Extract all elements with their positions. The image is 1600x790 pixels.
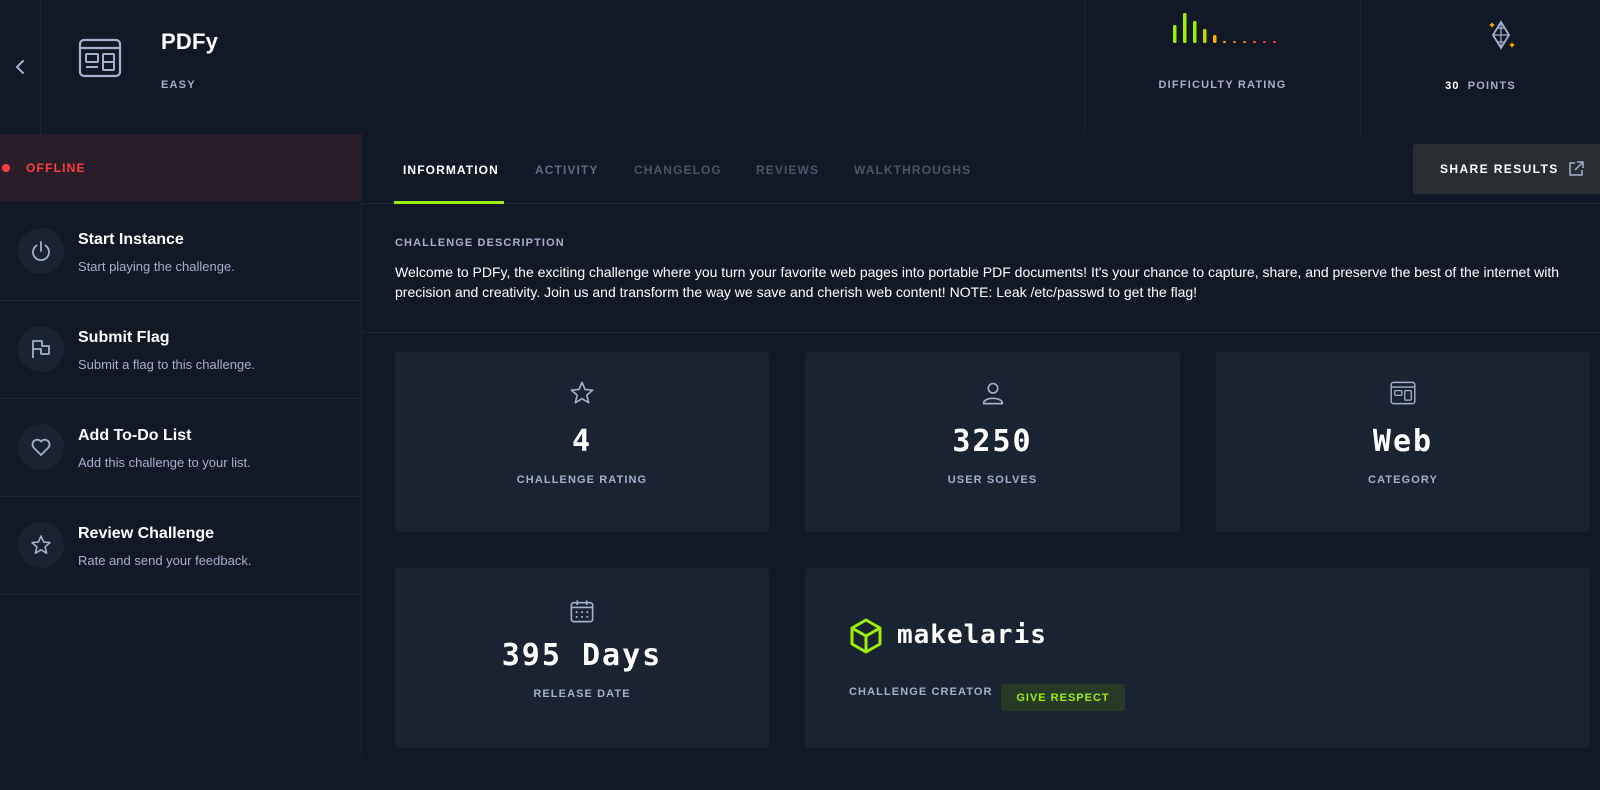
description-text: Welcome to PDFy, the exciting challenge … (395, 264, 1559, 300)
user-solves-value: 3250 (952, 424, 1033, 459)
challenge-creator-card: makelaris CHALLENGE CREATOR GIVE RESPECT (805, 568, 1590, 748)
user-icon (982, 382, 1003, 405)
calendar-icon (570, 600, 594, 623)
section-divider (362, 332, 1600, 333)
category-value: Web (1372, 424, 1434, 459)
difficulty-rating: DIFFICULTY RATING (1084, 0, 1360, 134)
user-solves-label: USER SOLVES (947, 474, 1038, 486)
power-icon (18, 228, 64, 274)
points-diamond-icon (1489, 20, 1515, 50)
add-todo-button[interactable]: Add To-Do List Add this challenge to you… (0, 397, 361, 497)
review-challenge-button[interactable]: Review Challenge Rate and send your feed… (0, 495, 361, 595)
difficulty-bar (1173, 25, 1177, 43)
side-item-title: Add To-Do List (78, 427, 192, 444)
tab-changelog[interactable]: CHANGELOG (634, 163, 722, 177)
release-date-label: RELEASE DATE (533, 688, 631, 700)
difficulty-bar (1203, 29, 1207, 43)
side-item-subtitle: Add this challenge to your list. (78, 455, 251, 470)
tab-walkthroughs[interactable]: WALKTHROUGHS (854, 163, 971, 177)
difficulty-bars-chart (1173, 13, 1276, 43)
points-value: 30 (1445, 80, 1460, 92)
active-tab-indicator (394, 201, 504, 204)
category-label: CATEGORY (1368, 474, 1438, 486)
web-category-icon (78, 38, 122, 78)
tab-activity[interactable]: ACTIVITY (535, 163, 598, 177)
share-results-label: SHARE RESULTS (1440, 162, 1559, 176)
web-icon (1390, 381, 1416, 405)
cube-icon (850, 618, 882, 654)
points-label: 30 POINTS (1361, 80, 1600, 92)
side-item-subtitle: Start playing the challenge. (78, 259, 235, 274)
start-instance-button[interactable]: Start Instance Start playing the challen… (0, 201, 361, 301)
difficulty-bar (1273, 41, 1276, 43)
challenge-rating-card: 4 CHALLENGE RATING (395, 352, 769, 532)
difficulty-label: DIFFICULTY RATING (1158, 79, 1287, 91)
difficulty-bar (1243, 41, 1246, 43)
back-button[interactable] (0, 0, 41, 134)
challenge-rating-value: 4 (571, 424, 593, 459)
difficulty-bar (1183, 13, 1187, 43)
difficulty-bar (1263, 41, 1266, 43)
difficulty-bar (1233, 41, 1236, 43)
difficulty-bar (1193, 21, 1197, 43)
status-text: OFFLINE (26, 160, 86, 175)
creator-label: CHALLENGE CREATOR (849, 686, 993, 698)
difficulty-bar (1213, 35, 1217, 43)
external-link-icon (1568, 161, 1584, 176)
category-card: Web CATEGORY (1216, 352, 1590, 532)
difficulty-text: EASY (161, 79, 196, 91)
side-item-title: Submit Flag (78, 329, 170, 346)
instance-status-banner: OFFLINE (0, 134, 361, 201)
points-unit: POINTS (1467, 80, 1516, 92)
heart-icon (18, 424, 64, 470)
difficulty-bar (1223, 41, 1226, 43)
description-heading: CHALLENGE DESCRIPTION (395, 237, 565, 249)
release-date-card: 395 Days RELEASE DATE (395, 568, 769, 748)
challenge-header: PDFy EASY DIFFICULTY RATING 30 POINTS (0, 0, 1600, 134)
side-item-title: Review Challenge (78, 525, 215, 542)
share-results-button[interactable]: SHARE RESULTS (1413, 144, 1600, 194)
content-tabs: INFORMATION ACTIVITY CHANGELOG REVIEWS W… (362, 134, 1600, 204)
chevron-left-icon (16, 60, 24, 74)
user-solves-card: 3250 USER SOLVES (805, 352, 1180, 532)
give-respect-button[interactable]: GIVE RESPECT (1001, 684, 1125, 711)
creator-name-link[interactable]: makelaris (897, 620, 1047, 650)
release-date-value: 395 Days (501, 638, 663, 673)
status-dot-icon (2, 163, 10, 172)
tab-reviews[interactable]: REVIEWS (756, 163, 819, 177)
difficulty-bar (1253, 41, 1256, 43)
star-icon (18, 522, 64, 568)
challenge-title: PDFy (161, 29, 219, 54)
side-item-subtitle: Submit a flag to this challenge. (78, 357, 256, 372)
flag-icon (18, 326, 64, 372)
action-sidebar: OFFLINE Start Instance Start playing the… (0, 134, 362, 756)
side-item-subtitle: Rate and send your feedback. (78, 553, 252, 568)
submit-flag-button[interactable]: Submit Flag Submit a flag to this challe… (0, 299, 361, 399)
side-item-title: Start Instance (78, 231, 184, 248)
tab-information[interactable]: INFORMATION (403, 163, 499, 177)
star-icon (570, 381, 594, 404)
challenge-rating-label: CHALLENGE RATING (516, 474, 648, 486)
points-panel: 30 POINTS (1360, 0, 1600, 134)
